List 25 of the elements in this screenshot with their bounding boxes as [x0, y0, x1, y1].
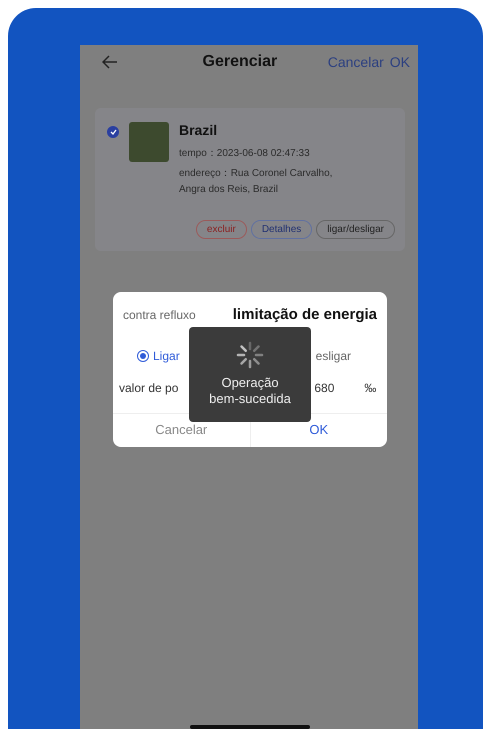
checkmark-icon	[110, 129, 116, 135]
card-action-button[interactable]: ligar/desligar	[316, 220, 395, 239]
device-name: Brazil	[179, 122, 218, 138]
page-title: Gerenciar	[202, 53, 278, 71]
card-action-button[interactable]: excluir	[196, 220, 247, 239]
dialog-tab[interactable]: contra refluxo	[123, 308, 196, 322]
toast-message: Operação	[221, 375, 279, 391]
header-action[interactable]: OK	[390, 54, 410, 70]
radio-option[interactable]: Ligar	[137, 349, 180, 363]
loading-spinner-icon	[236, 341, 264, 369]
unit-text: ‰	[364, 381, 376, 395]
header-action[interactable]: Cancelar	[328, 54, 384, 70]
photo-placeholder	[129, 122, 169, 162]
value-label: valor de po	[119, 381, 178, 395]
dialog-button[interactable]: Cancelar	[113, 414, 250, 447]
radio-option[interactable]: esligar	[316, 349, 351, 363]
address-text: endereço：Rua Coronel Carvalho, Angra dos Reis, Brazil	[179, 167, 334, 197]
card-action-button[interactable]: Detalhes	[250, 220, 312, 239]
toast-message: bem-sucedida	[209, 391, 291, 407]
time-text: tempo：2023-06-08 02:47:33	[179, 147, 311, 161]
dialog-tab[interactable]: limitação de energia	[232, 306, 377, 323]
value-text: 680	[314, 381, 334, 395]
select-checkbox[interactable]	[107, 126, 119, 138]
back-arrow-icon[interactable]	[102, 55, 118, 69]
radio-button[interactable]	[137, 350, 149, 362]
